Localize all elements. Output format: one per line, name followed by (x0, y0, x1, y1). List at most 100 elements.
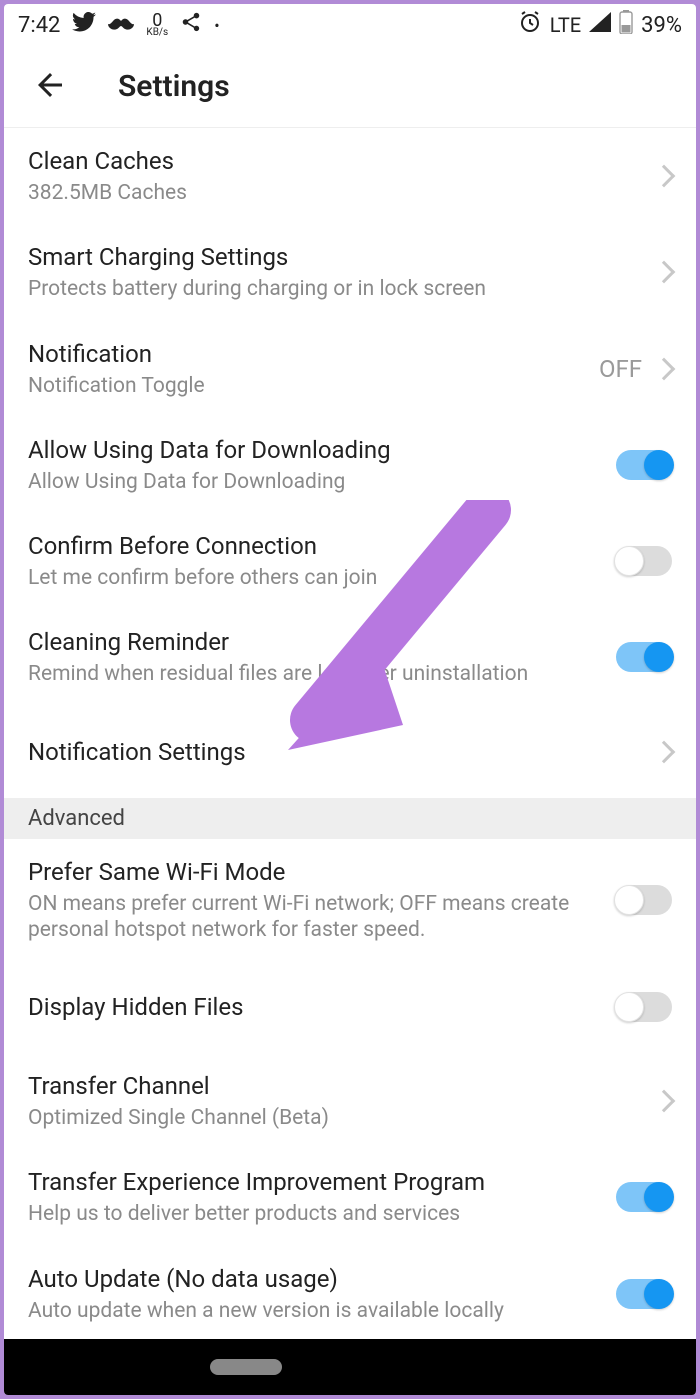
toggle-switch[interactable] (616, 1279, 672, 1309)
main-row-3[interactable]: Allow Using Data for Downloading Allow Us… (4, 417, 696, 513)
status-lte: LTE (550, 13, 581, 37)
row-text: Transfer Channel Optimized Single Channel… (28, 1071, 656, 1131)
status-right: LTE 39% (518, 10, 682, 40)
row-title: Cleaning Reminder (28, 627, 604, 657)
main-row-5[interactable]: Cleaning Reminder Remind when residual fi… (4, 609, 696, 705)
advanced-row-0[interactable]: Prefer Same Wi-Fi Mode ON means prefer cu… (4, 839, 696, 962)
alarm-icon (518, 10, 542, 40)
content-list: Clean Caches 382.5MB Caches Smart Charging… (4, 128, 696, 1339)
row-title: Prefer Same Wi-Fi Mode (28, 857, 604, 887)
row-controls (616, 885, 672, 915)
row-controls (656, 744, 672, 760)
row-text: Notification Notification Toggle (28, 339, 599, 399)
row-title: Notification (28, 339, 587, 369)
row-controls (616, 642, 672, 672)
advanced-row-3[interactable]: Transfer Experience Improvement Program H… (4, 1149, 696, 1245)
toggle-switch[interactable] (616, 642, 672, 672)
toggle-switch[interactable] (616, 992, 672, 1022)
row-subtitle: Let me confirm before others can join (28, 565, 604, 591)
chevron-right-icon (653, 165, 676, 188)
row-controls (656, 168, 672, 184)
battery-percent: 39% (641, 13, 682, 38)
row-title: Transfer Channel (28, 1071, 644, 1101)
row-subtitle: ON means prefer current Wi-Fi network; O… (28, 891, 604, 944)
toggle-knob (644, 1279, 674, 1309)
toggle-knob (644, 1182, 674, 1212)
row-subtitle: Notification Toggle (28, 373, 587, 399)
row-text: Smart Charging Settings Protects battery … (28, 242, 656, 302)
row-value: OFF (599, 355, 642, 383)
row-controls (616, 992, 672, 1022)
row-text: Cleaning Reminder Remind when residual fi… (28, 627, 616, 687)
dot-icon: • (214, 16, 219, 35)
row-controls (616, 450, 672, 480)
chevron-right-icon (653, 740, 676, 763)
row-title: Display Hidden Files (28, 992, 604, 1022)
row-subtitle: Auto update when a new version is availa… (28, 1298, 604, 1324)
row-title: Auto Update (No data usage) (28, 1264, 604, 1294)
row-controls (656, 1093, 672, 1109)
main-row-0[interactable]: Clean Caches 382.5MB Caches (4, 128, 696, 224)
row-text: Prefer Same Wi-Fi Mode ON means prefer cu… (28, 857, 616, 944)
android-navbar (4, 1339, 696, 1395)
row-subtitle: 382.5MB Caches (28, 180, 644, 206)
advanced-row-1[interactable]: Display Hidden Files (4, 961, 696, 1053)
status-time: 7:42 (18, 13, 60, 38)
back-arrow-icon[interactable] (32, 67, 68, 107)
row-subtitle: Optimized Single Channel (Beta) (28, 1105, 644, 1131)
row-subtitle: Remind when residual files are left afte… (28, 661, 604, 687)
row-controls: OFF (599, 355, 672, 383)
row-title: Clean Caches (28, 146, 644, 176)
row-subtitle: Protects battery during charging or in l… (28, 276, 644, 302)
share-icon (180, 11, 202, 39)
chevron-right-icon (653, 357, 676, 380)
toggle-knob (644, 642, 674, 672)
row-text: Notification Settings (28, 737, 656, 767)
main-row-2[interactable]: Notification Notification Toggle OFF (4, 321, 696, 417)
main-row-4[interactable]: Confirm Before Connection Let me confirm … (4, 513, 696, 609)
row-subtitle: Help us to deliver better products and s… (28, 1201, 604, 1227)
toggle-switch[interactable] (616, 450, 672, 480)
toggle-switch[interactable] (616, 885, 672, 915)
row-controls (656, 264, 672, 280)
twitter-icon (72, 12, 96, 38)
main-row-6[interactable]: Notification Settings (4, 706, 696, 798)
row-title: Allow Using Data for Downloading (28, 435, 604, 465)
row-title: Confirm Before Connection (28, 531, 604, 561)
row-text: Clean Caches 382.5MB Caches (28, 146, 656, 206)
status-left: 7:42 0 KB/s • (18, 11, 220, 39)
toggle-switch[interactable] (616, 546, 672, 576)
data-speed: 0 KB/s (146, 14, 168, 37)
chevron-right-icon (653, 261, 676, 284)
main-row-1[interactable]: Smart Charging Settings Protects battery … (4, 224, 696, 320)
row-title: Smart Charging Settings (28, 242, 644, 272)
nav-home-pill[interactable] (210, 1359, 282, 1375)
row-text: Display Hidden Files (28, 992, 616, 1022)
row-text: Allow Using Data for Downloading Allow Us… (28, 435, 616, 495)
row-controls (616, 546, 672, 576)
signal-icon (589, 12, 611, 38)
row-controls (616, 1279, 672, 1309)
row-text: Transfer Experience Improvement Program H… (28, 1167, 616, 1227)
row-text: Auto Update (No data usage) Auto update w… (28, 1264, 616, 1324)
page-title: Settings (118, 69, 230, 104)
toggle-knob (644, 450, 674, 480)
toggle-knob (614, 546, 644, 576)
advanced-row-2[interactable]: Transfer Channel Optimized Single Channel… (4, 1053, 696, 1149)
toggle-knob (614, 885, 644, 915)
device-frame: 7:42 0 KB/s • LTE (4, 4, 696, 1395)
app-header: Settings (4, 46, 696, 128)
section-header-advanced: Advanced (4, 798, 696, 839)
chevron-right-icon (653, 1090, 676, 1113)
row-text: Confirm Before Connection Let me confirm … (28, 531, 616, 591)
status-bar: 7:42 0 KB/s • LTE (4, 4, 696, 46)
toggle-knob (614, 992, 644, 1022)
row-title: Transfer Experience Improvement Program (28, 1167, 604, 1197)
row-controls (616, 1182, 672, 1212)
mustache-icon (108, 13, 134, 38)
row-subtitle: Allow Using Data for Downloading (28, 469, 604, 495)
toggle-switch[interactable] (616, 1182, 672, 1212)
row-title: Notification Settings (28, 737, 644, 767)
advanced-row-4[interactable]: Auto Update (No data usage) Auto update w… (4, 1246, 696, 1340)
battery-icon (619, 10, 633, 40)
